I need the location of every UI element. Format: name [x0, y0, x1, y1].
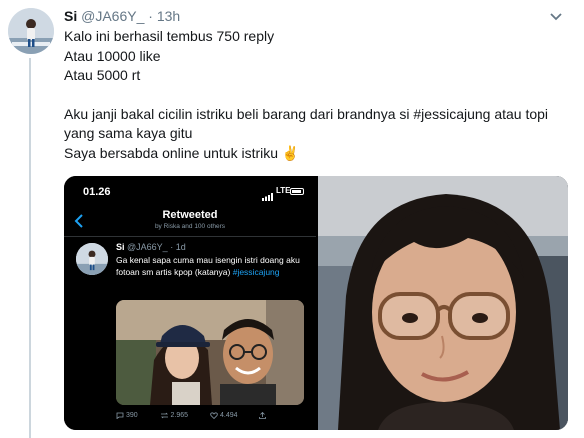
tweet-line: Kalo ini berhasil tembus 750 reply — [64, 28, 275, 44]
thread-line — [29, 58, 31, 438]
separator-dot: · — [148, 8, 153, 24]
tweet-line: Saya bersabda online untuk istriku ✌️ — [64, 144, 300, 161]
timestamp[interactable]: 13h — [157, 8, 180, 24]
inner-display-name: Si — [116, 242, 125, 252]
tweet-line: Atau 10000 like — [64, 47, 161, 64]
chevron-down-icon[interactable] — [548, 10, 564, 22]
inner-action-bar: 390 2.965 4.494 — [116, 411, 276, 419]
like-value: 4.494 — [219, 412, 238, 420]
retweet-value: 2.965 — [170, 412, 189, 420]
divider — [64, 236, 316, 237]
status-time: 01.26 — [83, 186, 111, 198]
inner-photo — [116, 300, 304, 405]
heart-icon — [210, 412, 218, 420]
battery-icon — [290, 188, 304, 195]
tweet-header: Si @JA66Y_ · 13h — [64, 8, 180, 26]
inner-tweet-header: Si @JA66Y_ · 1d — [116, 242, 186, 252]
media-image-selfie[interactable] — [318, 176, 568, 430]
reply-count: 390 — [116, 412, 148, 419]
inner-hashtag: #jessicajung — [232, 267, 280, 277]
inner-avatar — [76, 243, 108, 275]
inner-age: · 1d — [170, 242, 186, 252]
inner-tweet-text: Ga kenal sapa cuma mau isengin istri doa… — [116, 254, 306, 278]
signal-icon — [262, 188, 274, 206]
network-label: LTE — [276, 186, 291, 195]
tweet-line: yang sama kaya gitu — [64, 125, 193, 141]
tweet-line: Aku janji bakal cicilin istriku beli bar… — [64, 105, 549, 122]
display-name[interactable]: Si — [64, 8, 77, 24]
tweet-line: Atau 5000 rt — [64, 67, 141, 83]
share-icon — [259, 411, 267, 419]
avatar[interactable] — [8, 8, 54, 54]
reply-icon — [116, 412, 124, 420]
retweet-icon — [160, 412, 168, 419]
like-count: 4.494 — [210, 412, 247, 419]
retweet-count: 2.965 — [160, 412, 198, 419]
tweet-text: Kalo ini berhasil tembus 750 reply Atau … — [64, 27, 564, 163]
inner-handle: @JA66Y_ — [127, 242, 168, 252]
retweeted-subtitle: by Riska and 100 others — [154, 223, 226, 230]
media-image-screenshot[interactable]: 01.26 LTE Retweeted by Riska and 100 oth… — [64, 176, 316, 430]
reply-value: 390 — [125, 412, 138, 420]
retweeted-title: Retweeted — [162, 209, 218, 221]
user-handle[interactable]: @JA66Y_ — [81, 8, 144, 24]
media-grid: 01.26 LTE Retweeted by Riska and 100 oth… — [64, 176, 568, 430]
